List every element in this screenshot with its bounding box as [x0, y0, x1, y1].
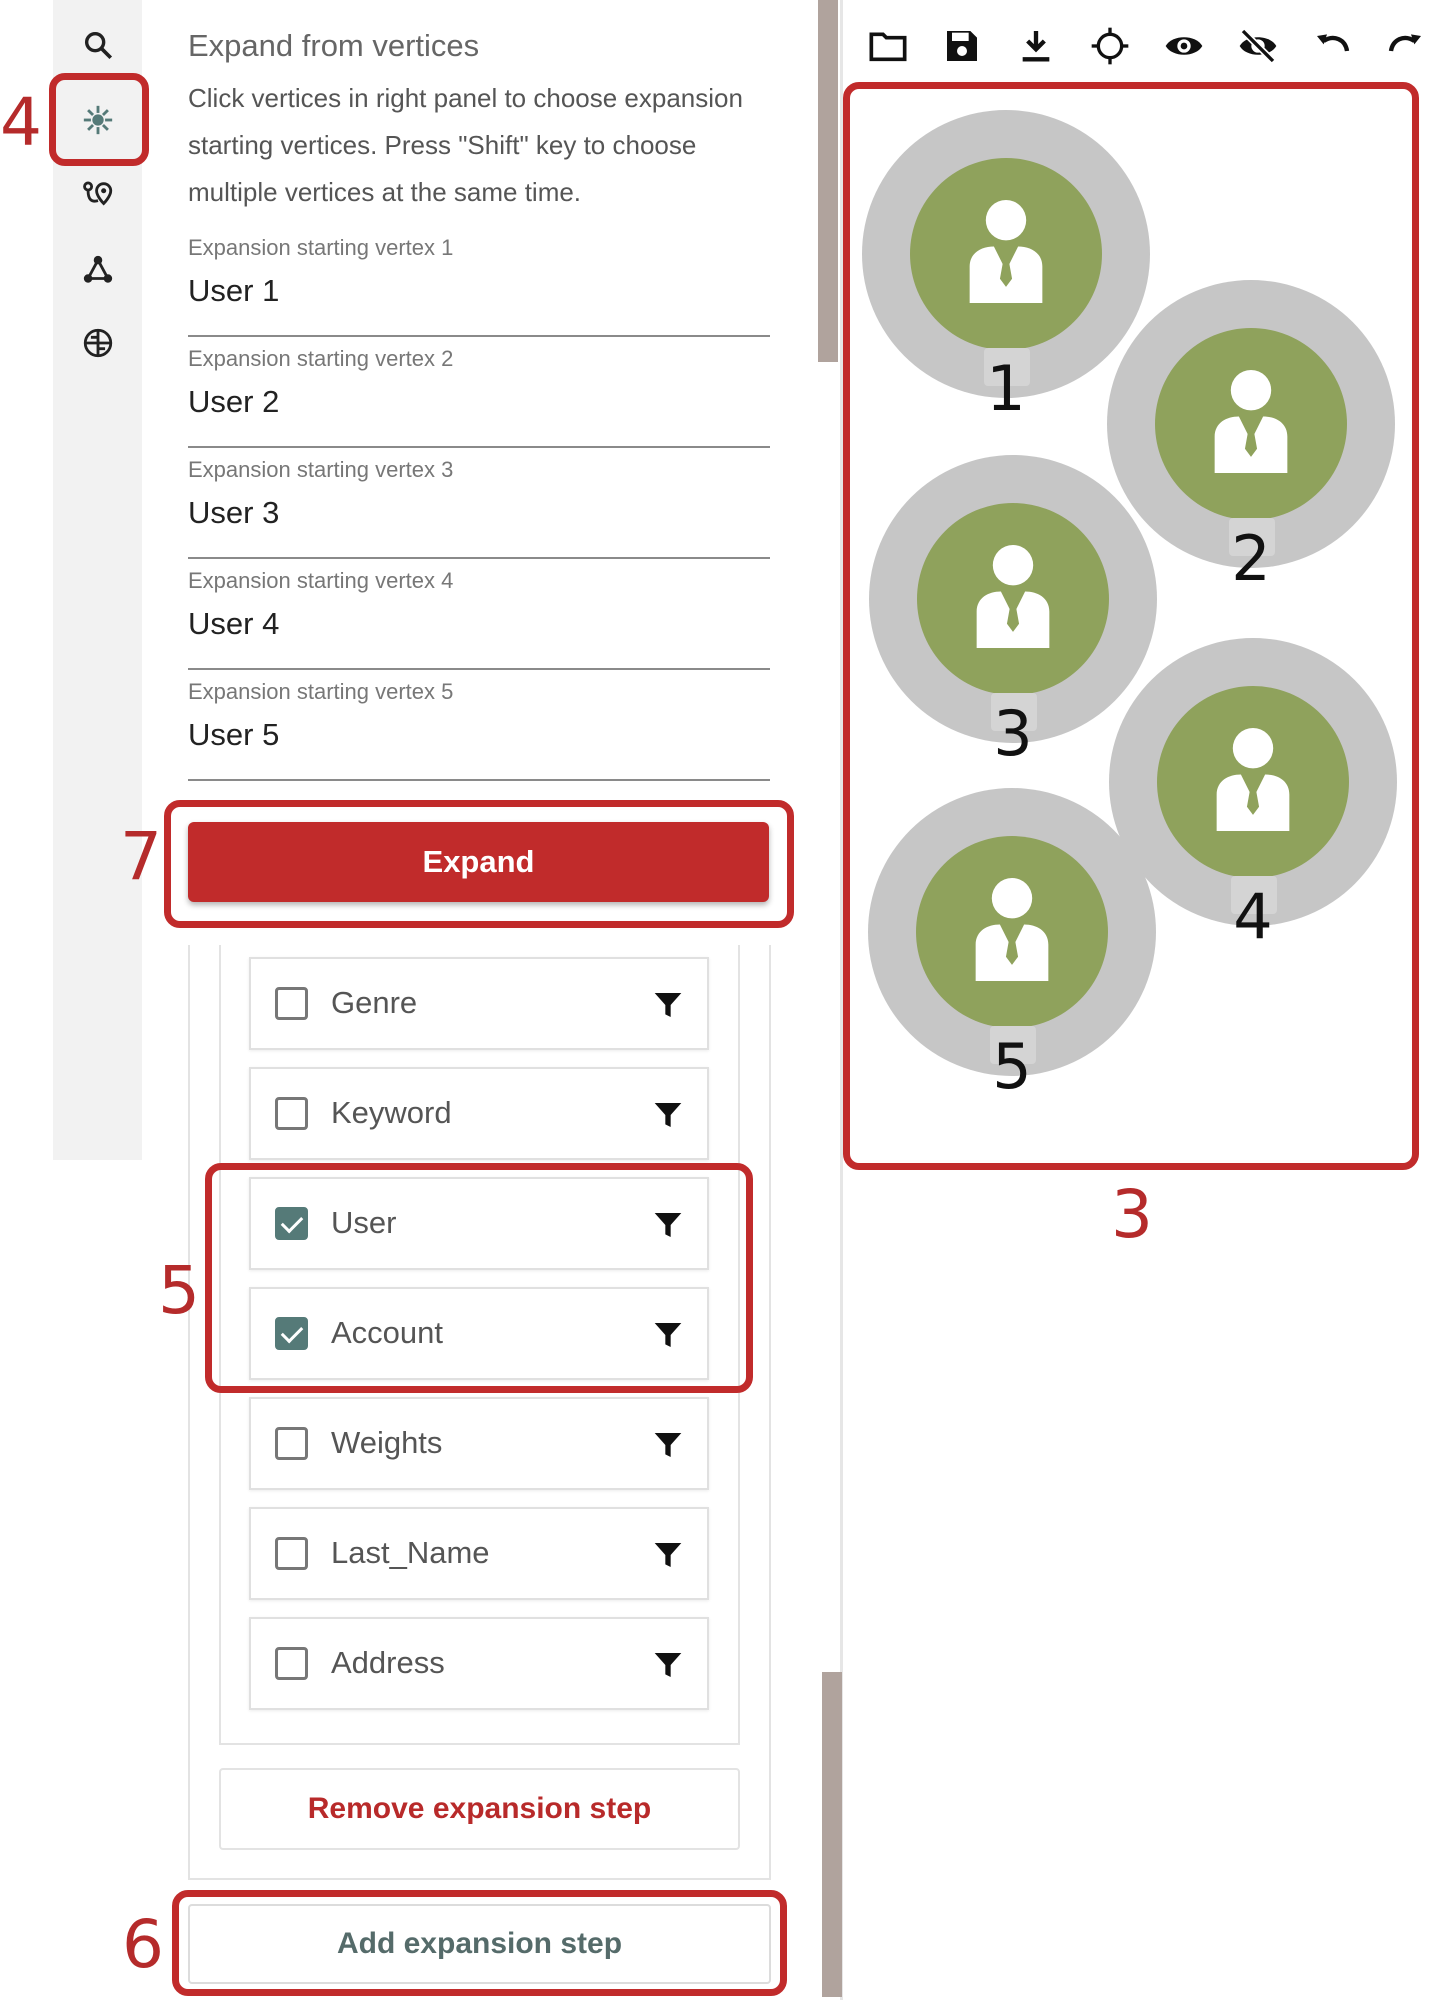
filter-icon[interactable] [651, 1649, 685, 1681]
left-icon-rail [53, 0, 142, 1160]
eye-off-icon[interactable] [1236, 24, 1280, 68]
checkbox[interactable] [275, 1427, 308, 1460]
start-vertex-field-1[interactable]: Expansion starting vertex 1 User 1 [188, 235, 770, 337]
globe-icon[interactable] [78, 323, 118, 363]
vertex-type-keyword[interactable]: Keyword [249, 1067, 709, 1160]
scrollbar-thumb-lower[interactable] [822, 1672, 842, 1997]
start-vertex-field-3[interactable]: Expansion starting vertex 3 User 3 [188, 457, 770, 559]
field-label: Expansion starting vertex 3 [188, 457, 454, 482]
panel-description: Click vertices in right panel to choose … [188, 83, 743, 207]
locate-icon[interactable] [1088, 24, 1132, 68]
field-value: User 5 [188, 717, 280, 752]
folder-icon[interactable] [866, 24, 910, 68]
annotation-box-7 [164, 800, 794, 928]
filter-icon[interactable] [651, 989, 685, 1021]
vertex-type-label: Genre [331, 985, 418, 1020]
vertex-type-address[interactable]: Address [249, 1617, 709, 1710]
annotation-number-5: 5 [158, 1252, 200, 1329]
vertex-type-label: Keyword [331, 1095, 452, 1130]
field-value: User 1 [188, 273, 280, 308]
checkbox[interactable] [275, 987, 308, 1020]
graph-icon[interactable] [78, 250, 118, 290]
annotation-box-3 [843, 82, 1419, 1170]
filter-icon[interactable] [651, 1099, 685, 1131]
remove-expansion-step-button[interactable]: Remove expansion step [219, 1768, 740, 1850]
filter-icon[interactable] [651, 1429, 685, 1461]
search-icon[interactable] [78, 25, 118, 65]
annotation-box-6 [172, 1890, 787, 1996]
field-value: User 3 [188, 495, 280, 530]
field-value: User 2 [188, 384, 280, 419]
checkbox[interactable] [275, 1097, 308, 1130]
path-icon[interactable] [78, 175, 118, 215]
field-label: Expansion starting vertex 5 [188, 679, 454, 704]
undo-icon[interactable] [1310, 24, 1354, 68]
checkbox[interactable] [275, 1647, 308, 1680]
vertex-type-last-name[interactable]: Last_Name [249, 1507, 709, 1600]
field-label: Expansion starting vertex 1 [188, 235, 454, 260]
redo-icon[interactable] [1384, 24, 1428, 68]
panel-title: Expand from vertices [188, 28, 480, 63]
start-vertex-field-5[interactable]: Expansion starting vertex 5 User 5 [188, 679, 770, 781]
annotation-number-3: 3 [1111, 1176, 1153, 1253]
eye-icon[interactable] [1162, 24, 1206, 68]
vertex-type-label: Last_Name [331, 1535, 490, 1570]
vertex-type-genre[interactable]: Genre [249, 957, 709, 1050]
vertex-type-weights[interactable]: Weights [249, 1397, 709, 1490]
field-value: User 4 [188, 606, 280, 641]
vertex-type-label: Weights [331, 1425, 443, 1460]
annotation-number-6: 6 [122, 1906, 164, 1983]
field-label: Expansion starting vertex 4 [188, 568, 454, 593]
annotation-number-4: 4 [0, 84, 42, 161]
annotation-number-7: 7 [120, 818, 162, 895]
download-icon[interactable] [1014, 24, 1058, 68]
scrollbar-thumb[interactable] [818, 0, 838, 362]
annotation-box-4 [49, 73, 149, 166]
field-label: Expansion starting vertex 2 [188, 346, 454, 371]
checkbox[interactable] [275, 1537, 308, 1570]
vertex-type-label: Address [331, 1645, 445, 1680]
filter-icon[interactable] [651, 1539, 685, 1571]
annotation-box-5 [205, 1163, 753, 1393]
start-vertex-field-2[interactable]: Expansion starting vertex 2 User 2 [188, 346, 770, 448]
save-icon[interactable] [940, 24, 984, 68]
start-vertex-field-4[interactable]: Expansion starting vertex 4 User 4 [188, 568, 770, 670]
